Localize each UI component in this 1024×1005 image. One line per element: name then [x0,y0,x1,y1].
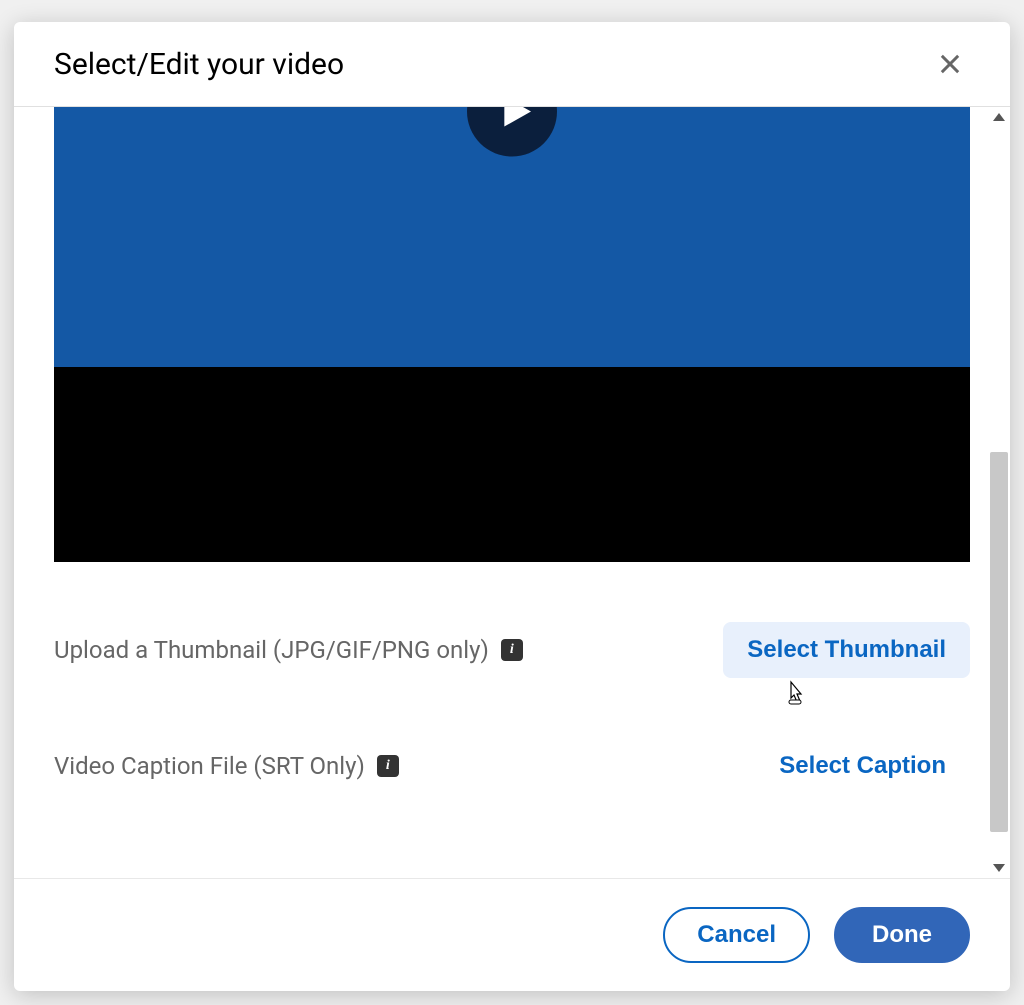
scroll-thumb[interactable] [990,452,1008,832]
info-icon[interactable]: i [377,755,399,777]
scroll-down-icon[interactable] [993,864,1005,872]
play-icon [496,107,536,132]
info-icon[interactable]: i [501,639,523,661]
modal-footer: Cancel Done [14,878,1010,991]
thumbnail-row: Upload a Thumbnail (JPG/GIF/PNG only) i … [54,622,970,678]
cancel-button[interactable]: Cancel [663,907,810,963]
thumbnail-label: Upload a Thumbnail (JPG/GIF/PNG only) i [54,636,523,664]
modal-header: Select/Edit your video [14,22,1010,107]
scroll-up-icon[interactable] [993,113,1005,121]
select-thumbnail-button[interactable]: Select Thumbnail [723,622,970,678]
scrollbar[interactable] [990,107,1008,878]
modal-body: Upload a Thumbnail (JPG/GIF/PNG only) i … [14,107,1010,878]
select-caption-button[interactable]: Select Caption [755,738,970,794]
caption-row: Video Caption File (SRT Only) i Select C… [54,738,970,794]
modal-scroll-content: Upload a Thumbnail (JPG/GIF/PNG only) i … [14,107,1010,834]
caption-label: Video Caption File (SRT Only) i [54,752,399,780]
edit-video-modal: Select/Edit your video Upload a Thumbnai… [14,22,1010,991]
video-preview[interactable] [54,107,970,562]
close-button[interactable] [930,44,970,84]
close-icon [936,50,964,78]
done-button[interactable]: Done [834,907,970,963]
caption-label-text: Video Caption File (SRT Only) [54,752,365,780]
modal-title: Select/Edit your video [54,47,344,82]
thumbnail-label-text: Upload a Thumbnail (JPG/GIF/PNG only) [54,636,489,664]
